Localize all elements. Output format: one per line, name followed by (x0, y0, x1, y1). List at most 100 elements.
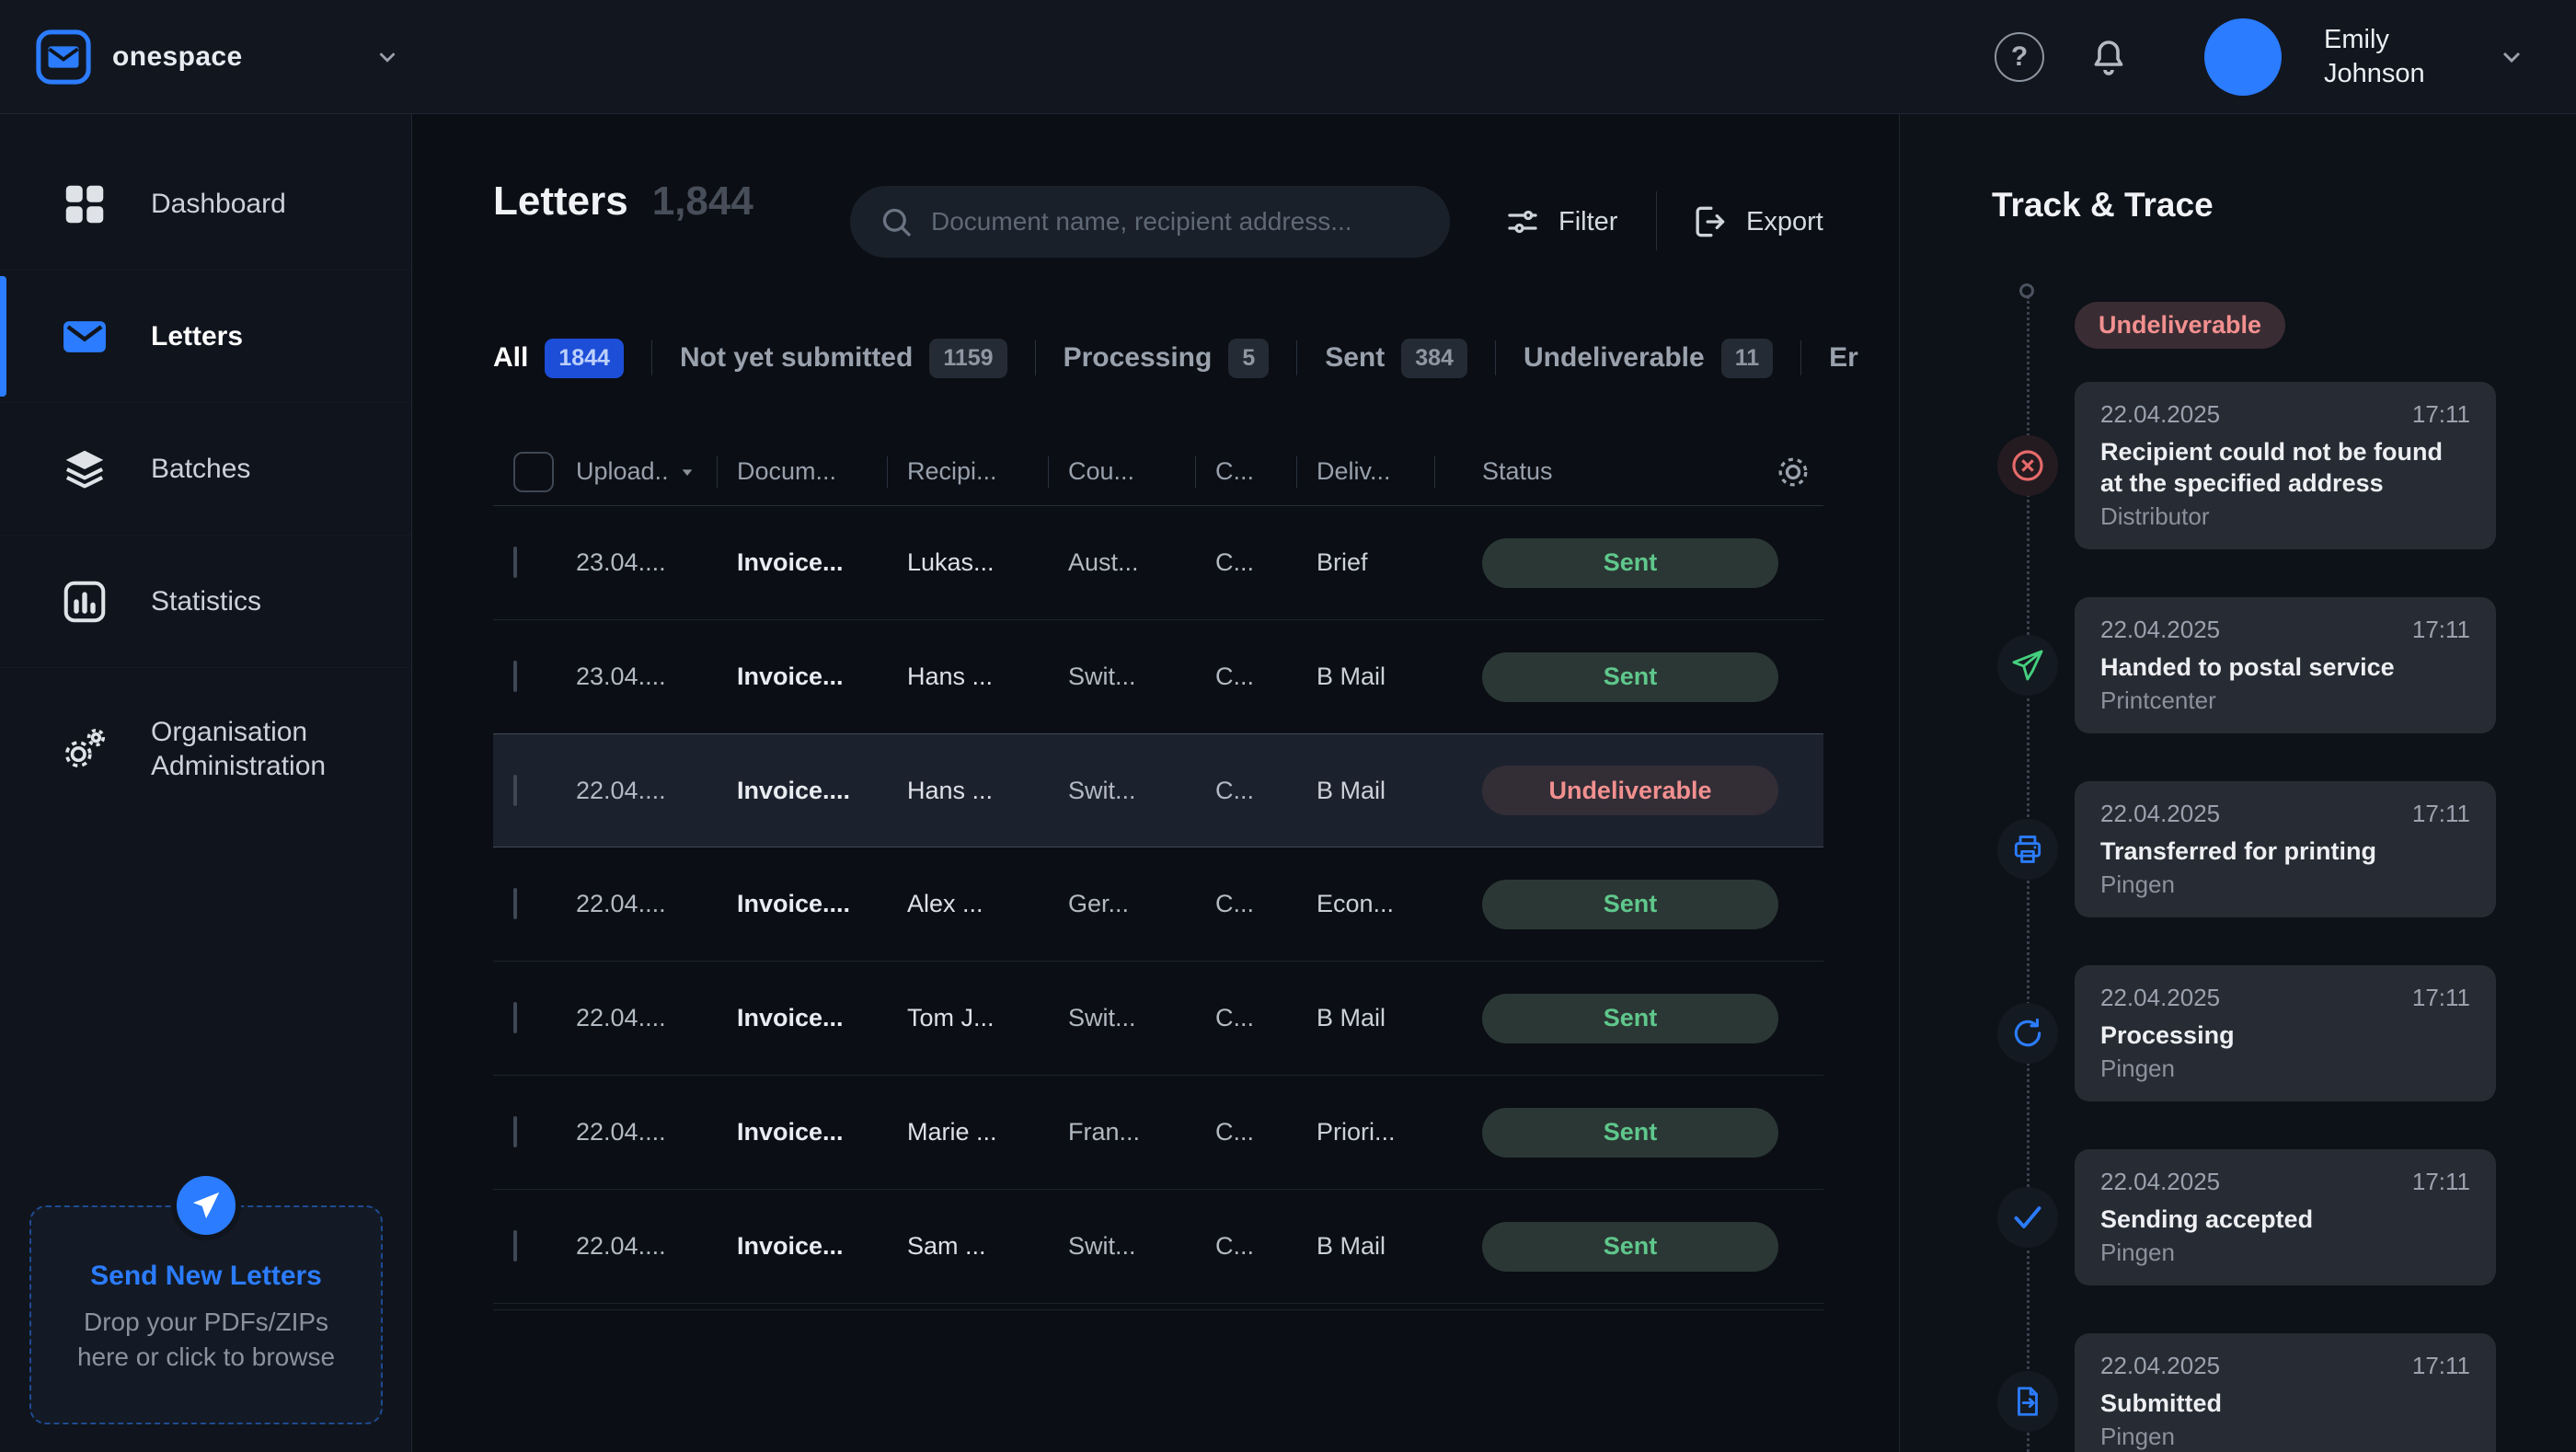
page-title: Letters (493, 179, 628, 225)
help-icon: ? (2011, 41, 2028, 73)
column-header-upload[interactable]: Upload.. (576, 457, 737, 486)
tab-not-yet-submitted[interactable]: Not yet submitted 1159 (652, 339, 1035, 378)
send-new-letters-dropzone[interactable]: Send New Letters Drop your PDFs/ZIPs her… (29, 1205, 383, 1424)
notifications-button[interactable] (2087, 35, 2131, 79)
tab-processing[interactable]: Processing 5 (1036, 339, 1297, 378)
paper-plane-icon (1997, 635, 2058, 696)
avatar[interactable] (2204, 18, 2282, 96)
event-title: Handed to postal service (2100, 651, 2470, 683)
table-row[interactable]: 22.04.... Invoice... Marie ... Fran... C… (493, 1076, 1823, 1190)
select-all-checkbox[interactable] (513, 452, 554, 492)
event-date: 22.04.2025 (2100, 1168, 2220, 1196)
timeline-event-card[interactable]: 22.04.2025 17:11 Sending accepted Pingen (2075, 1149, 2496, 1285)
timeline-event: 22.04.2025 17:11 Transferred for printin… (1900, 781, 2576, 917)
event-title: Submitted (2100, 1388, 2470, 1419)
printer-icon (1997, 819, 2058, 880)
table-bottom-divider (493, 1309, 1823, 1310)
tab-count-badge: 384 (1401, 339, 1467, 378)
sort-desc-icon (680, 465, 695, 479)
row-checkbox[interactable] (513, 888, 517, 919)
sidebar-item-statistics[interactable]: Statistics (0, 536, 411, 668)
tab-undeliverable[interactable]: Undeliverable 11 (1496, 339, 1800, 378)
refresh-icon (1997, 1003, 2058, 1064)
export-button[interactable]: Export (1689, 195, 1823, 248)
timeline-event: 22.04.2025 17:11 Handed to postal servic… (1900, 597, 2576, 733)
filter-sliders-icon (1503, 202, 1542, 241)
tab-count-badge: 11 (1721, 339, 1773, 378)
tab-error[interactable]: Er (1801, 342, 1886, 374)
timeline-event-card[interactable]: 22.04.2025 17:11 Recipient could not be … (2075, 382, 2496, 549)
user-menu-chevron-icon[interactable] (2497, 42, 2526, 72)
row-checkbox[interactable] (513, 1116, 517, 1147)
event-time: 17:11 (2412, 800, 2470, 828)
filter-button[interactable]: Filter (1503, 195, 1617, 248)
column-header-c[interactable]: C... (1215, 457, 1317, 486)
dropzone-subtitle: Drop your PDFs/ZIPs here or click to bro… (31, 1305, 381, 1375)
sidebar-item-batches[interactable]: Batches (0, 403, 411, 536)
table-row[interactable]: 23.04.... Invoice... Lukas... Aust... C.… (493, 506, 1823, 620)
bell-icon (2087, 35, 2131, 79)
gear-icon (1772, 451, 1814, 493)
check-icon (1997, 1187, 2058, 1248)
row-checkbox[interactable] (513, 1230, 517, 1262)
event-source: Pingen (2100, 1054, 2470, 1083)
row-checkbox[interactable] (513, 775, 517, 806)
sidebar-item-organisation-administration[interactable]: Organisation Administration (0, 668, 411, 830)
help-button[interactable]: ? (1995, 32, 2044, 82)
filter-label: Filter (1558, 207, 1617, 237)
event-time: 17:11 (2412, 400, 2470, 429)
table-settings-button[interactable] (1772, 451, 1814, 493)
table-row-selected[interactable]: 22.04.... Invoice.... Hans ... Swit... C… (493, 733, 1823, 847)
column-header-status[interactable]: Status (1455, 457, 1823, 486)
table-row[interactable]: 23.04.... Invoice... Hans ... Swit... C.… (493, 620, 1823, 734)
timeline-event-card[interactable]: 22.04.2025 17:11 Handed to postal servic… (2075, 597, 2496, 733)
event-date: 22.04.2025 (2100, 616, 2220, 644)
total-count: 1,844 (652, 179, 753, 225)
status-badge: Sent (1482, 994, 1778, 1043)
column-header-country[interactable]: Cou... (1068, 457, 1215, 486)
chevron-down-icon (374, 43, 401, 71)
event-source: Distributor (2100, 502, 2470, 531)
column-header-document[interactable]: Docum... (737, 457, 907, 486)
sidebar-item-label: Batches (151, 452, 278, 487)
workspace-switcher[interactable]: onespace (35, 29, 401, 86)
document-send-icon (1997, 1371, 2058, 1432)
timeline-event-card[interactable]: 22.04.2025 17:11 Transferred for printin… (2075, 781, 2496, 917)
event-time: 17:11 (2412, 984, 2470, 1012)
onespace-logo-icon (35, 29, 92, 86)
column-header-recipient[interactable]: Recipi... (907, 457, 1068, 486)
table-row[interactable]: 22.04.... Invoice.... Alex ... Ger... C.… (493, 847, 1823, 962)
row-checkbox[interactable] (513, 547, 517, 578)
status-badge: Undeliverable (2075, 302, 2285, 349)
layers-icon (55, 444, 114, 494)
sidebar-item-dashboard[interactable]: Dashboard (0, 138, 411, 271)
letters-table: Upload.. Docum... Recipi... Cou... C... … (493, 438, 1823, 1310)
sidebar-item-label: Dashboard (151, 187, 314, 222)
event-time: 17:11 (2412, 1352, 2470, 1380)
tab-all[interactable]: All 1844 (493, 339, 651, 378)
table-row[interactable]: 22.04.... Invoice... Sam ... Swit... C..… (493, 1190, 1823, 1304)
event-date: 22.04.2025 (2100, 400, 2220, 429)
search-icon (878, 203, 914, 240)
topbar-actions: ? Emily Johnson (1995, 18, 2526, 96)
row-checkbox[interactable] (513, 1002, 517, 1033)
event-date: 22.04.2025 (2100, 800, 2220, 828)
status-badge: Undeliverable (1482, 766, 1778, 815)
track-and-trace-panel: Track & Trace Undeliverable 22.04.2025 1… (1899, 114, 2576, 1452)
sidebar-item-letters[interactable]: Letters (0, 271, 411, 403)
tab-sent[interactable]: Sent 384 (1297, 339, 1495, 378)
search-box (850, 186, 1450, 258)
event-title: Transferred for printing (2100, 835, 2470, 867)
timeline-event-card[interactable]: 22.04.2025 17:11 Submitted Pingen (2075, 1333, 2496, 1452)
bar-chart-icon (55, 577, 114, 627)
table-header-row: Upload.. Docum... Recipi... Cou... C... … (493, 438, 1823, 506)
row-checkbox[interactable] (513, 661, 517, 692)
event-title: Sending accepted (2100, 1204, 2470, 1235)
timeline-event-card[interactable]: 22.04.2025 17:11 Processing Pingen (2075, 965, 2496, 1101)
sidebar: Dashboard Letters Batches (0, 114, 412, 1452)
table-row[interactable]: 22.04.... Invoice... Tom J... Swit... C.… (493, 962, 1823, 1076)
event-source: Pingen (2100, 870, 2470, 899)
panel-title: Track & Trace (1992, 186, 2214, 225)
search-input[interactable] (850, 186, 1450, 258)
event-title: Processing (2100, 1020, 2470, 1051)
